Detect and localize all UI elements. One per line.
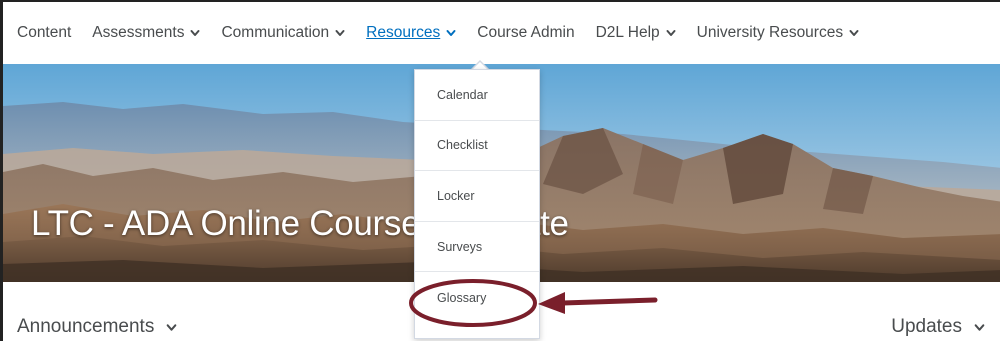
nav-resources[interactable]: Resources (366, 24, 456, 42)
nav-resources-label: Resources (366, 24, 441, 41)
course-navbar: Content Assessments Communication Resour… (3, 2, 1000, 64)
chevron-down-icon (666, 30, 676, 36)
chevron-down-icon[interactable] (974, 322, 985, 333)
menu-item-checklist[interactable]: Checklist (415, 121, 539, 172)
chevron-down-icon (849, 30, 859, 36)
chevron-down-icon[interactable] (166, 322, 177, 333)
chevron-down-icon (335, 30, 345, 36)
nav-content-label: Content (17, 24, 72, 41)
nav-assessments-label: Assessments (92, 24, 185, 41)
d2l-course-page: Content Assessments Communication Resour… (0, 0, 1000, 341)
menu-item-label: Glossary (437, 290, 487, 305)
nav-course-admin-label: Course Admin (477, 24, 575, 41)
nav-university-resources[interactable]: University Resources (697, 24, 859, 42)
chevron-down-icon (190, 30, 200, 36)
resources-dropdown-menu: Calendar Checklist Locker Surveys Glossa… (414, 69, 540, 339)
nav-university-resources-label: University Resources (696, 24, 844, 41)
menu-item-calendar[interactable]: Calendar (415, 70, 539, 121)
nav-d2l-help[interactable]: D2L Help (596, 24, 676, 42)
menu-item-surveys[interactable]: Surveys (415, 222, 539, 273)
nav-content[interactable]: Content (17, 24, 71, 42)
announcements-widget-header[interactable]: Announcements (17, 316, 177, 338)
updates-label: Updates (891, 316, 962, 337)
updates-widget-header[interactable]: Updates (891, 316, 985, 338)
menu-item-locker[interactable]: Locker (415, 171, 539, 222)
nav-assessments[interactable]: Assessments (92, 24, 200, 42)
menu-item-label: Checklist (437, 138, 488, 153)
menu-item-label: Calendar (437, 87, 488, 102)
menu-item-glossary[interactable]: Glossary (415, 272, 539, 323)
nav-communication[interactable]: Communication (221, 24, 345, 42)
nav-course-admin[interactable]: Course Admin (477, 24, 574, 42)
nav-communication-label: Communication (221, 24, 330, 41)
menu-item-label: Locker (437, 188, 475, 203)
announcements-label: Announcements (17, 316, 155, 337)
nav-d2l-help-label: D2L Help (595, 24, 660, 41)
chevron-down-icon (446, 30, 456, 36)
menu-item-label: Surveys (437, 239, 483, 254)
